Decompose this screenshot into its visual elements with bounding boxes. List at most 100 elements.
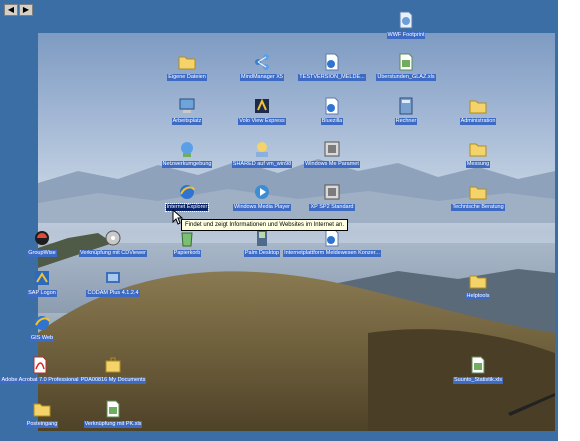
desktop-icon-label: Windows Media Player (233, 204, 291, 211)
desktop-icon-label: Verknüpfung mit PK.xls (83, 421, 143, 428)
desktop-icon[interactable]: Bluezilla (302, 96, 362, 125)
desktop-icon[interactable]: Papierkorb (157, 228, 217, 257)
document-icon (322, 96, 342, 116)
desktop-icon-label: MindManager X5 (240, 74, 284, 81)
internet-explorer-icon (32, 313, 52, 333)
desktop-icon[interactable]: Volo View Express (226, 96, 298, 125)
desktop-icon[interactable]: Internetplattform Meldewesen Konzer... (283, 228, 381, 257)
desktop-icon[interactable]: Helptools (448, 271, 508, 300)
desktop-icon[interactable]: Adobe Acrobat 7.0 Professional (0, 355, 80, 384)
desktop-icon[interactable]: Verknüpfung mit PK.xls (77, 399, 149, 428)
mindmanager-icon (252, 52, 272, 72)
desktop-icon[interactable]: Suunto_Statistik.xls (443, 355, 513, 384)
internet-explorer-icon (177, 182, 197, 202)
settings-icon (322, 182, 342, 202)
desktop-icon-label: Eigene Dateien (167, 74, 207, 81)
desktop-icon-label: GIS Web (29, 335, 55, 342)
desktop-icon-label: Adobe Acrobat 7.0 Professional (0, 377, 80, 384)
desktop-icon-label: Arbeitsplatz (171, 118, 203, 125)
desktop-icon[interactable]: Windows Media Player (226, 182, 298, 211)
excel-icon (396, 52, 416, 72)
desktop-icon-label: SAP Logon (27, 290, 57, 297)
desktop-icon-label: CODAM Plus 4.1.2.4 (86, 290, 140, 297)
scroll-right-button[interactable]: ▶ (19, 4, 33, 16)
folder-icon (468, 139, 488, 159)
desktop-icon[interactable]: GIS Web (12, 313, 72, 342)
codam-icon (103, 268, 123, 288)
desktop-icon-label: Posteingang (25, 421, 59, 428)
desktop-icon[interactable]: TESTVERSION_MELDE... (292, 52, 372, 81)
desktop-icon-label: Papierkorb (172, 250, 202, 257)
folder-icon (468, 271, 488, 291)
desktop-icon-label: Netzwerkumgebung (161, 161, 213, 168)
desktop-icon[interactable]: Verknüpfung mit CDViewer (79, 228, 147, 257)
desktop-icon-label: Überstunden_GLAZ.xls (376, 74, 436, 81)
desktop-icon-label: Rechner (394, 118, 418, 125)
desktop-icon[interactable]: Eigene Dateien (157, 52, 217, 81)
desktop-icon[interactable]: SAP Logon (12, 268, 72, 297)
computer-icon (177, 96, 197, 116)
desktop-icon-label: Administration (459, 118, 497, 125)
folder-icon (468, 96, 488, 116)
media-player-icon (252, 182, 272, 202)
folder-icon (32, 399, 52, 419)
scroll-left-button[interactable]: ◀ (4, 4, 18, 16)
mouse-cursor-icon (172, 209, 184, 225)
volo-view-icon (252, 96, 272, 116)
sap-icon (32, 268, 52, 288)
document-icon (322, 52, 342, 72)
network-icon (177, 139, 197, 159)
groupwise-icon (32, 228, 52, 248)
desktop-icon-label: Volo View Express (238, 118, 286, 125)
tooltip: Findet und zeigt Informationen und Websi… (181, 219, 348, 231)
desktop-icon-label: Palm Desktop (243, 250, 281, 257)
recycle-bin-icon (177, 228, 197, 248)
acrobat-icon (30, 355, 50, 375)
desktop-icon-label: Technische Beratung (451, 204, 505, 211)
desktop-icon-label: Windows Me Paramet (304, 161, 360, 168)
desktop-icon-label: Helptools (465, 293, 491, 300)
desktop-icon-label: WWF Footprint (386, 32, 426, 39)
desktop-icon[interactable]: CODAM Plus 4.1.2.4 (78, 268, 148, 297)
palm-icon (252, 228, 272, 248)
desktop-icon-label: Suunto_Statistik.xls (453, 377, 503, 384)
desktop-icon[interactable]: PDA00816 My Documents (75, 355, 151, 384)
folder-icon (468, 182, 488, 202)
desktop-icon[interactable]: Internet Explorer (155, 182, 219, 212)
briefcase-icon (103, 355, 123, 375)
scroll-strip (558, 0, 580, 441)
document-icon (322, 228, 342, 248)
calculator-icon (396, 96, 416, 116)
desktop-icon-label: Verknüpfung mit CDViewer (79, 250, 147, 257)
desktop-icon[interactable]: Administration (443, 96, 513, 125)
desktop-icon-label: PDA00816 My Documents (79, 377, 147, 384)
desktop-icon-label: Messung (465, 161, 491, 168)
desktop-icon[interactable]: XP SP2 Standard (300, 182, 364, 211)
desktop-icon[interactable]: WWF Footprint (376, 10, 436, 39)
desktop-icon[interactable]: Technische Beratung (441, 182, 515, 211)
network-drive-icon (252, 139, 272, 159)
excel-icon (103, 399, 123, 419)
desktop-icon[interactable]: Überstunden_GLAZ.xls (366, 52, 446, 81)
arrow-right-icon: ▶ (22, 5, 30, 14)
desktop-icon[interactable]: Arbeitsplatz (157, 96, 217, 125)
folder-icon (177, 52, 197, 72)
desktop-icon[interactable]: GroupWise (12, 228, 72, 257)
desktop-icon[interactable]: Rechner (376, 96, 436, 125)
desktop-icon[interactable]: Netzwerkumgebung (155, 139, 219, 168)
desktop-icon[interactable]: MindManager X5 (232, 52, 292, 81)
desktop-icon-label: GroupWise (27, 250, 57, 257)
desktop-icon[interactable]: Messung (448, 139, 508, 168)
desktop-icon-label: SHARED auf vm_win98 (231, 161, 293, 168)
desktop-icon-label: TESTVERSION_MELDE... (298, 74, 366, 81)
cdviewer-icon (103, 228, 123, 248)
desktop-icon[interactable]: Posteingang (12, 399, 72, 428)
settings-icon (322, 139, 342, 159)
desktop-icon[interactable]: Windows Me Paramet (296, 139, 368, 168)
excel-icon (468, 355, 488, 375)
desktop-icon-label: XP SP2 Standard (309, 204, 355, 211)
desktop-icon-label: Bluezilla (320, 118, 344, 125)
desktop-icon[interactable]: SHARED auf vm_win98 (224, 139, 300, 168)
arrow-left-icon: ◀ (7, 5, 15, 14)
desktop-icon-label: Internetplattform Meldewesen Konzer... (283, 250, 381, 257)
